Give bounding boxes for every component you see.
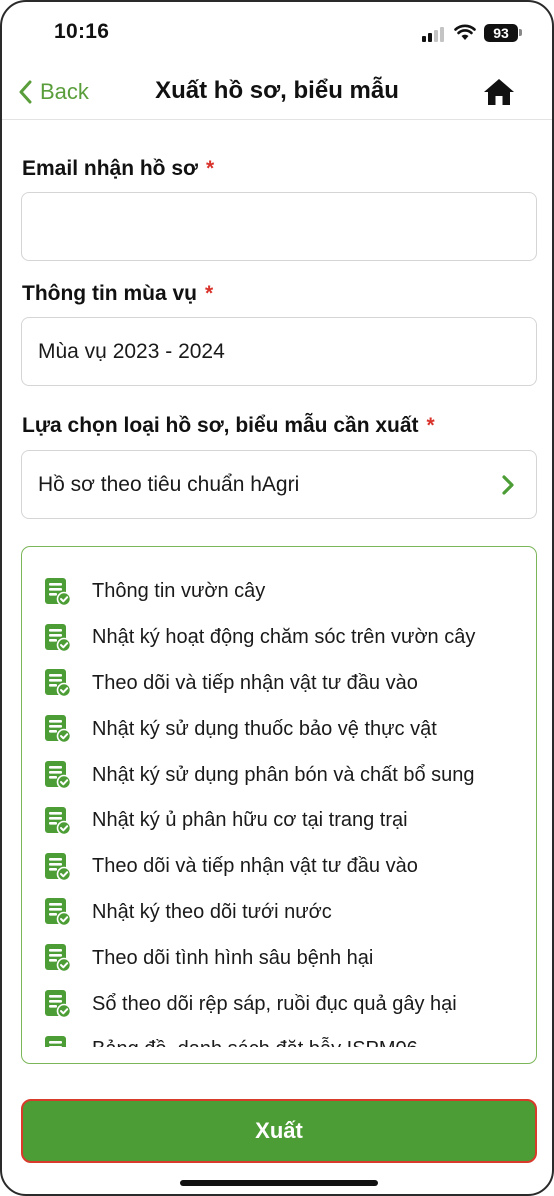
season-label: Thông tin mùa vụ * <box>22 282 213 306</box>
cellular-signal-icon <box>422 26 446 42</box>
required-mark: * <box>204 282 214 305</box>
list-item[interactable]: Nhật ký ủ phân hữu cơ tại trang trại <box>22 798 536 844</box>
export-button[interactable]: Xuất <box>21 1099 537 1163</box>
list-item-label: Nhật ký sử dụng thuốc bảo vệ thực vật <box>92 717 437 740</box>
list-item[interactable]: Theo dõi tình hình sâu bệnh hại <box>22 935 536 981</box>
document-check-icon <box>45 806 72 836</box>
list-item[interactable]: Theo dõi và tiếp nhận vật tư đầu vào <box>22 661 536 707</box>
list-item-label: Theo dõi và tiếp nhận vật tư đầu vào <box>92 671 418 694</box>
season-field[interactable]: Mùa vụ 2023 - 2024 <box>21 317 537 386</box>
list-item-label: Nhật ký ủ phân hữu cơ tại trang trại <box>92 809 408 832</box>
list-item[interactable]: Nhật ký sử dụng thuốc bảo vệ thực vật <box>22 706 536 752</box>
wifi-icon <box>454 24 476 40</box>
home-indicator <box>180 1180 378 1186</box>
list-item[interactable]: Nhật ký hoạt động chăm sóc trên vườn cây <box>22 615 536 661</box>
document-check-icon <box>45 669 72 698</box>
document-list[interactable]: Thông tin vườn cây Nhật ký hoạt động chăm… <box>21 546 537 1064</box>
form-type-label-text: Lựa chọn loại hồ sơ, biểu mẫu cần xuất <box>22 414 419 437</box>
required-mark: * <box>205 157 215 180</box>
list-item[interactable]: Thông tin vườn cây <box>22 569 536 615</box>
document-check-icon <box>45 715 72 744</box>
battery-icon: 93 <box>484 24 518 42</box>
list-item[interactable]: Nhật ký theo dõi tưới nước <box>22 890 536 936</box>
status-bar: 10:16 93 <box>2 2 552 64</box>
list-item[interactable]: Sổ theo dõi rệp sáp, ruồi đục quả gây hạ… <box>22 981 536 1027</box>
document-check-icon <box>45 990 72 1019</box>
list-item-label: Bảng đồ, danh sách đặt bẫy ISPM06 <box>92 1038 418 1047</box>
status-time: 10:16 <box>54 20 110 43</box>
list-item[interactable]: Nhật ký sử dụng phân bón và chất bổ sung <box>22 752 536 798</box>
form-type-select[interactable]: Hồ sơ theo tiêu chuẩn hAgri <box>21 450 537 519</box>
email-label-text: Email nhận hồ sơ <box>22 157 198 180</box>
app-screen: 10:16 93 Back Xuất hồ sơ, biểu mẫu Email… <box>0 0 554 1196</box>
page-title: Xuất hồ sơ, biểu mẫu <box>155 77 399 104</box>
list-item-label: Nhật ký theo dõi tưới nước <box>92 900 332 923</box>
season-label-text: Thông tin mùa vụ <box>22 282 197 305</box>
list-item[interactable]: Theo dõi và tiếp nhận vật tư đầu vào <box>22 844 536 890</box>
document-check-icon <box>45 852 72 881</box>
list-item-label: Theo dõi tình hình sâu bệnh hại <box>92 946 374 969</box>
list-item-label: Sổ theo dõi rệp sáp, ruồi đục quả gây hạ… <box>92 992 457 1015</box>
list-item-label: Nhật ký sử dụng phân bón và chất bổ sung <box>92 763 475 786</box>
document-list-scroll[interactable]: Thông tin vườn cây Nhật ký hoạt động chăm… <box>22 569 536 1047</box>
document-check-icon <box>45 1035 66 1047</box>
email-field[interactable] <box>21 192 537 261</box>
season-value: Mùa vụ 2023 - 2024 <box>38 339 225 363</box>
battery-tip <box>519 29 522 36</box>
list-item-label: Theo dõi và tiếp nhận vật tư đầu vào <box>92 855 418 878</box>
form-type-label: Lựa chọn loại hồ sơ, biểu mẫu cần xuất * <box>22 414 435 438</box>
document-check-icon <box>45 761 72 790</box>
list-item-label: Thông tin vườn cây <box>92 580 266 603</box>
email-label: Email nhận hồ sơ * <box>22 157 214 181</box>
document-check-icon <box>45 577 72 607</box>
required-mark: * <box>426 414 435 437</box>
form-type-value: Hồ sơ theo tiêu chuẩn hAgri <box>38 472 300 496</box>
document-check-icon <box>45 944 72 973</box>
document-check-icon <box>45 898 72 927</box>
navigation-bar: Back Xuất hồ sơ, biểu mẫu <box>2 64 552 120</box>
list-item-label: Nhật ký hoạt động chăm sóc trên vườn cây <box>92 626 476 649</box>
chevron-right-icon <box>502 475 514 495</box>
document-check-icon <box>45 623 72 652</box>
home-icon[interactable] <box>482 76 516 108</box>
list-item[interactable]: Bảng đồ, danh sách đặt bẫy ISPM06 <box>22 1027 536 1047</box>
